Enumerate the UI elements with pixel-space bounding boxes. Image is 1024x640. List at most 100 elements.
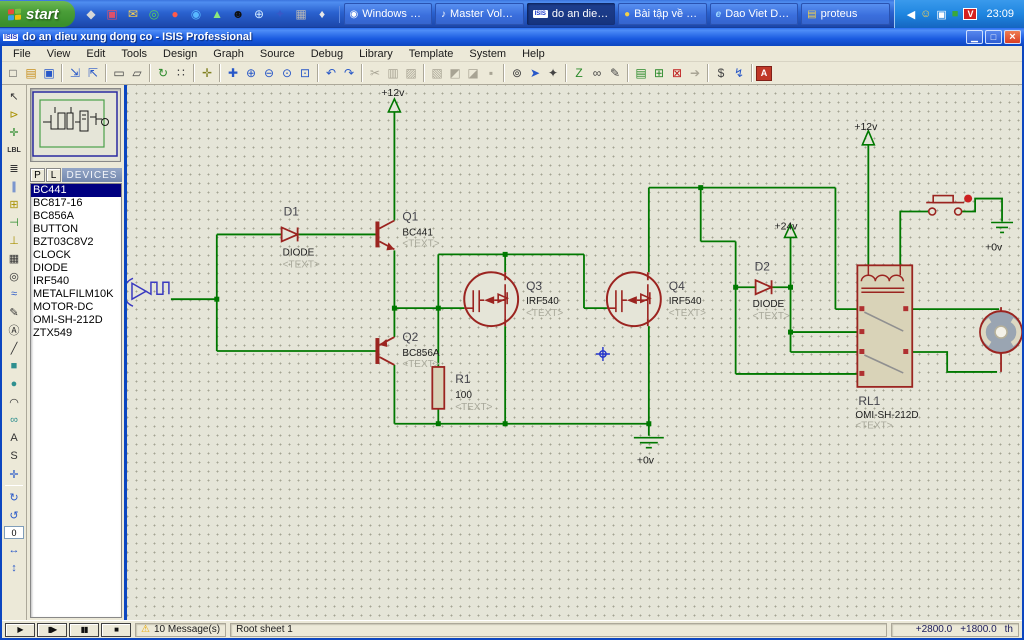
step-button[interactable]: ▮▶ bbox=[37, 623, 67, 637]
ql-media-icon[interactable]: ▣ bbox=[104, 6, 121, 23]
menu-tools[interactable]: Tools bbox=[114, 47, 154, 61]
tray-display-icon[interactable]: ▣ bbox=[936, 8, 946, 21]
pulse-generator[interactable] bbox=[127, 278, 169, 306]
ql-app-icon[interactable]: ✦ bbox=[272, 6, 289, 23]
menu-design[interactable]: Design bbox=[156, 47, 204, 61]
component-r1[interactable] bbox=[432, 367, 444, 409]
menu-graph[interactable]: Graph bbox=[206, 47, 251, 61]
flip-vertical-icon[interactable]: ↕ bbox=[4, 559, 24, 577]
taskbtn-master-volume[interactable]: ♪ Master Volume bbox=[435, 3, 524, 25]
message-panel[interactable]: ⚠ 10 Message(s) bbox=[135, 623, 226, 637]
title-bar[interactable]: ISIS do an dieu xung dong co - ISIS Prof… bbox=[0, 28, 1024, 46]
save-design-icon[interactable]: ▣ bbox=[40, 64, 58, 83]
redo-icon[interactable]: ↷ bbox=[340, 64, 358, 83]
device-item-ztx549[interactable]: ZTX549 bbox=[31, 327, 121, 340]
undo-icon[interactable]: ↶ bbox=[322, 64, 340, 83]
close-button[interactable]: × bbox=[1004, 30, 1021, 44]
import-section-icon[interactable]: ⇲ bbox=[66, 64, 84, 83]
menu-library[interactable]: Library bbox=[352, 47, 400, 61]
bill-of-materials-icon[interactable]: $ bbox=[712, 64, 730, 83]
ql-messenger-icon[interactable]: ◆ bbox=[83, 6, 100, 23]
2d-path-mode-icon[interactable]: ∞ bbox=[4, 411, 24, 429]
device-item-bzt03c8v2[interactable]: BZT03C8V2 bbox=[31, 236, 121, 249]
tray-smiley-icon[interactable]: ☺ bbox=[920, 8, 931, 20]
taskbtn-isis-active[interactable]: ISIS do an dieu xu... bbox=[527, 3, 616, 25]
taskbtn-windows-media[interactable]: ◉ Windows Me... bbox=[344, 3, 433, 25]
menu-debug[interactable]: Debug bbox=[304, 47, 350, 61]
device-item-bc856a[interactable]: BC856A bbox=[31, 210, 121, 223]
device-item-omi-sh-212d[interactable]: OMI-SH-212D bbox=[31, 314, 121, 327]
netlist-to-ares-icon[interactable]: A bbox=[756, 66, 772, 81]
property-assignment-icon[interactable]: ✎ bbox=[606, 64, 624, 83]
restore-button[interactable]: □ bbox=[985, 30, 1002, 44]
toggle-grid-icon[interactable]: ∷ bbox=[172, 64, 190, 83]
device-item-irf540[interactable]: IRF540 bbox=[31, 275, 121, 288]
menu-view[interactable]: View bbox=[40, 47, 78, 61]
wire-label-mode-icon[interactable]: LBL bbox=[4, 141, 24, 159]
pause-button[interactable]: ▮▮ bbox=[69, 623, 99, 637]
ql-settings-icon[interactable]: ♦ bbox=[314, 6, 331, 23]
search-tag-icon[interactable]: ∞ bbox=[588, 64, 606, 83]
menu-system[interactable]: System bbox=[462, 47, 513, 61]
overview-minimap[interactable] bbox=[30, 88, 121, 162]
remove-sheet-icon[interactable]: ⊠ bbox=[668, 64, 686, 83]
open-design-icon[interactable]: ▤ bbox=[22, 64, 40, 83]
device-item-clock[interactable]: CLOCK bbox=[31, 249, 121, 262]
ql-ie-icon[interactable]: ◉ bbox=[188, 6, 205, 23]
voltage-probe-mode-icon[interactable]: ✎ bbox=[4, 303, 24, 321]
ql-person-icon[interactable]: ☻ bbox=[230, 6, 247, 23]
mark-output-area-icon[interactable]: ▱ bbox=[128, 64, 146, 83]
redraw-icon[interactable]: ↻ bbox=[154, 64, 172, 83]
wire-autorouter-icon[interactable]: Z bbox=[570, 64, 588, 83]
new-sheet-icon[interactable]: ⊞ bbox=[650, 64, 668, 83]
block-delete-icon[interactable]: ▪ bbox=[482, 64, 500, 83]
tape-recorder-mode-icon[interactable]: ◎ bbox=[4, 267, 24, 285]
new-design-icon[interactable]: □ bbox=[4, 64, 22, 83]
2d-box-mode-icon[interactable]: ■ bbox=[4, 357, 24, 375]
design-explorer-icon[interactable]: ▤ bbox=[632, 64, 650, 83]
rotation-angle-input[interactable] bbox=[4, 526, 24, 539]
cut-icon[interactable]: ✂ bbox=[366, 64, 384, 83]
component-q2[interactable] bbox=[375, 337, 394, 365]
ql-help-icon[interactable]: ⊕ bbox=[251, 6, 268, 23]
library-manager-button[interactable]: L bbox=[46, 168, 61, 182]
2d-symbol-mode-icon[interactable]: S bbox=[4, 447, 24, 465]
2d-text-mode-icon[interactable]: A bbox=[4, 429, 24, 447]
component-d1[interactable] bbox=[282, 227, 298, 241]
component-q4[interactable] bbox=[607, 272, 661, 326]
rotate-cw-icon[interactable]: ↻ bbox=[4, 488, 24, 506]
play-button[interactable]: ▶ bbox=[5, 623, 35, 637]
block-copy-icon[interactable]: ▧ bbox=[428, 64, 446, 83]
ql-gray-icon[interactable]: ▦ bbox=[293, 6, 310, 23]
zoom-area-icon[interactable]: ⊡ bbox=[296, 64, 314, 83]
device-item-diode[interactable]: DIODE bbox=[31, 262, 121, 275]
goto-sheet-icon[interactable]: ➔ bbox=[686, 64, 704, 83]
current-probe-mode-icon[interactable]: Ⓐ bbox=[4, 321, 24, 339]
device-item-bc441[interactable]: BC441 bbox=[31, 184, 121, 197]
flip-horizontal-icon[interactable]: ↔ bbox=[4, 541, 24, 559]
paste-icon[interactable]: ▨ bbox=[402, 64, 420, 83]
2d-circle-mode-icon[interactable]: ● bbox=[4, 375, 24, 393]
rotate-ccw-icon[interactable]: ↺ bbox=[4, 506, 24, 524]
menu-edit[interactable]: Edit bbox=[79, 47, 112, 61]
marker-mode-icon[interactable]: ✛ bbox=[4, 465, 24, 483]
selection-mode-icon[interactable]: ↖ bbox=[4, 87, 24, 105]
stop-button[interactable]: ■ bbox=[101, 623, 131, 637]
tray-antivirus-icon[interactable]: V bbox=[963, 8, 977, 20]
ql-mail-icon[interactable]: ✉ bbox=[125, 6, 142, 23]
device-item-bc817[interactable]: BC817-16 bbox=[31, 197, 121, 210]
component-d2[interactable] bbox=[756, 280, 772, 294]
device-item-motor-dc[interactable]: MOTOR-DC bbox=[31, 301, 121, 314]
component-q3[interactable] bbox=[464, 272, 518, 326]
false-origin-icon[interactable]: ✛ bbox=[198, 64, 216, 83]
component-mode-icon[interactable]: ⊳ bbox=[4, 105, 24, 123]
zoom-in-icon[interactable]: ⊕ bbox=[242, 64, 260, 83]
tray-arrow-icon[interactable]: ◀ bbox=[907, 8, 915, 21]
ql-shield-icon[interactable]: ◎ bbox=[146, 6, 163, 23]
graph-mode-icon[interactable]: ▦ bbox=[4, 249, 24, 267]
device-item-metalfilm10k[interactable]: METALFILM10K bbox=[31, 288, 121, 301]
device-pin-mode-icon[interactable]: ⊥ bbox=[4, 231, 24, 249]
bus-mode-icon[interactable]: ∥ bbox=[4, 177, 24, 195]
taskbtn-proteus[interactable]: ▤ proteus bbox=[801, 3, 890, 25]
electrical-check-icon[interactable]: ↯ bbox=[730, 64, 748, 83]
